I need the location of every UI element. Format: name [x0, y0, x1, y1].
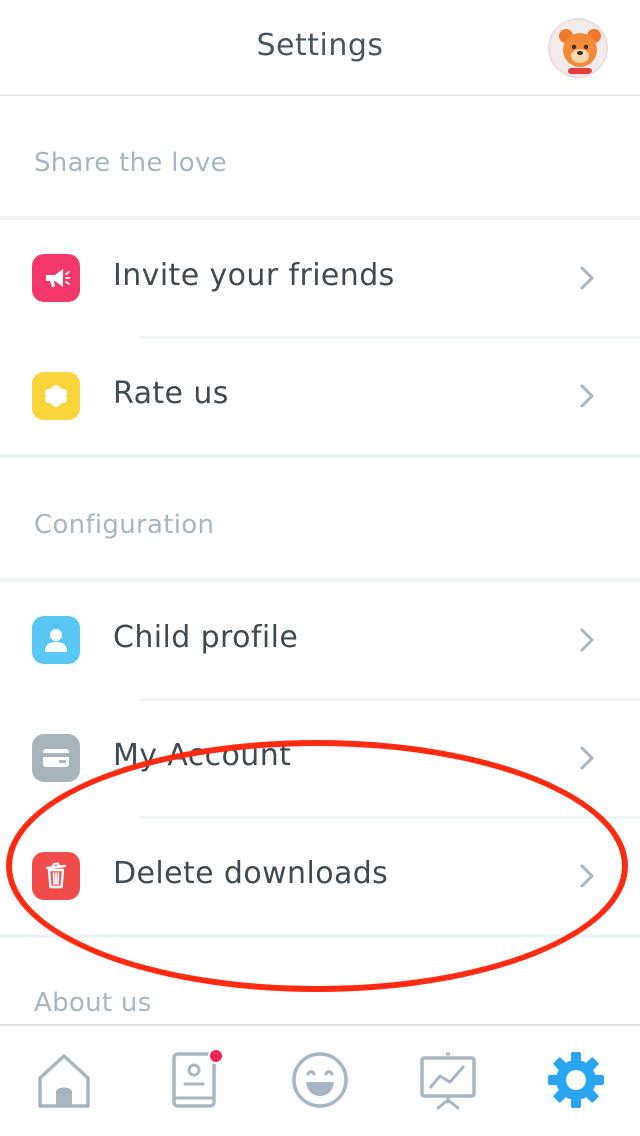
avatar[interactable] — [548, 18, 608, 78]
credit-card-icon — [32, 734, 80, 782]
row-invite-friends[interactable]: Invite your friends — [0, 220, 640, 336]
notification-badge — [208, 1048, 224, 1064]
stats-board-icon[interactable] — [416, 1048, 480, 1112]
chevron-right-icon — [580, 266, 594, 290]
row-label: My Account — [113, 738, 292, 773]
section-label-share: Share the love — [34, 148, 227, 178]
row-label: Child profile — [113, 620, 299, 655]
section-share: Share the love — [0, 98, 640, 218]
chevron-right-icon — [580, 384, 594, 408]
row-label: Rate us — [113, 376, 229, 411]
row-my-account[interactable]: My Account — [0, 700, 640, 816]
section-about: About us — [0, 938, 640, 1024]
chevron-right-icon — [580, 864, 594, 888]
star-icon — [32, 372, 80, 420]
row-delete-downloads[interactable]: Delete downloads — [0, 818, 640, 934]
row-label: Delete downloads — [113, 856, 389, 891]
row-rate-us[interactable]: Rate us — [0, 338, 640, 454]
home-icon[interactable] — [32, 1048, 96, 1112]
chevron-right-icon — [580, 628, 594, 652]
person-icon — [32, 616, 80, 664]
chevron-right-icon — [580, 746, 594, 770]
bear-avatar-icon — [559, 29, 601, 74]
section-configuration: Configuration — [0, 458, 640, 578]
row-child-profile[interactable]: Child profile — [0, 582, 640, 698]
bottom-nav — [0, 1024, 640, 1136]
megaphone-icon — [32, 254, 80, 302]
section-label-configuration: Configuration — [34, 510, 215, 540]
settings-gear-icon[interactable] — [544, 1048, 608, 1112]
smiley-icon[interactable] — [288, 1048, 352, 1112]
section-label-about: About us — [34, 988, 152, 1018]
profile-book-icon[interactable] — [162, 1048, 226, 1112]
trash-icon — [32, 852, 80, 900]
row-label: Invite your friends — [113, 258, 395, 293]
header-bar: Settings — [0, 0, 640, 96]
page-title: Settings — [256, 28, 384, 63]
